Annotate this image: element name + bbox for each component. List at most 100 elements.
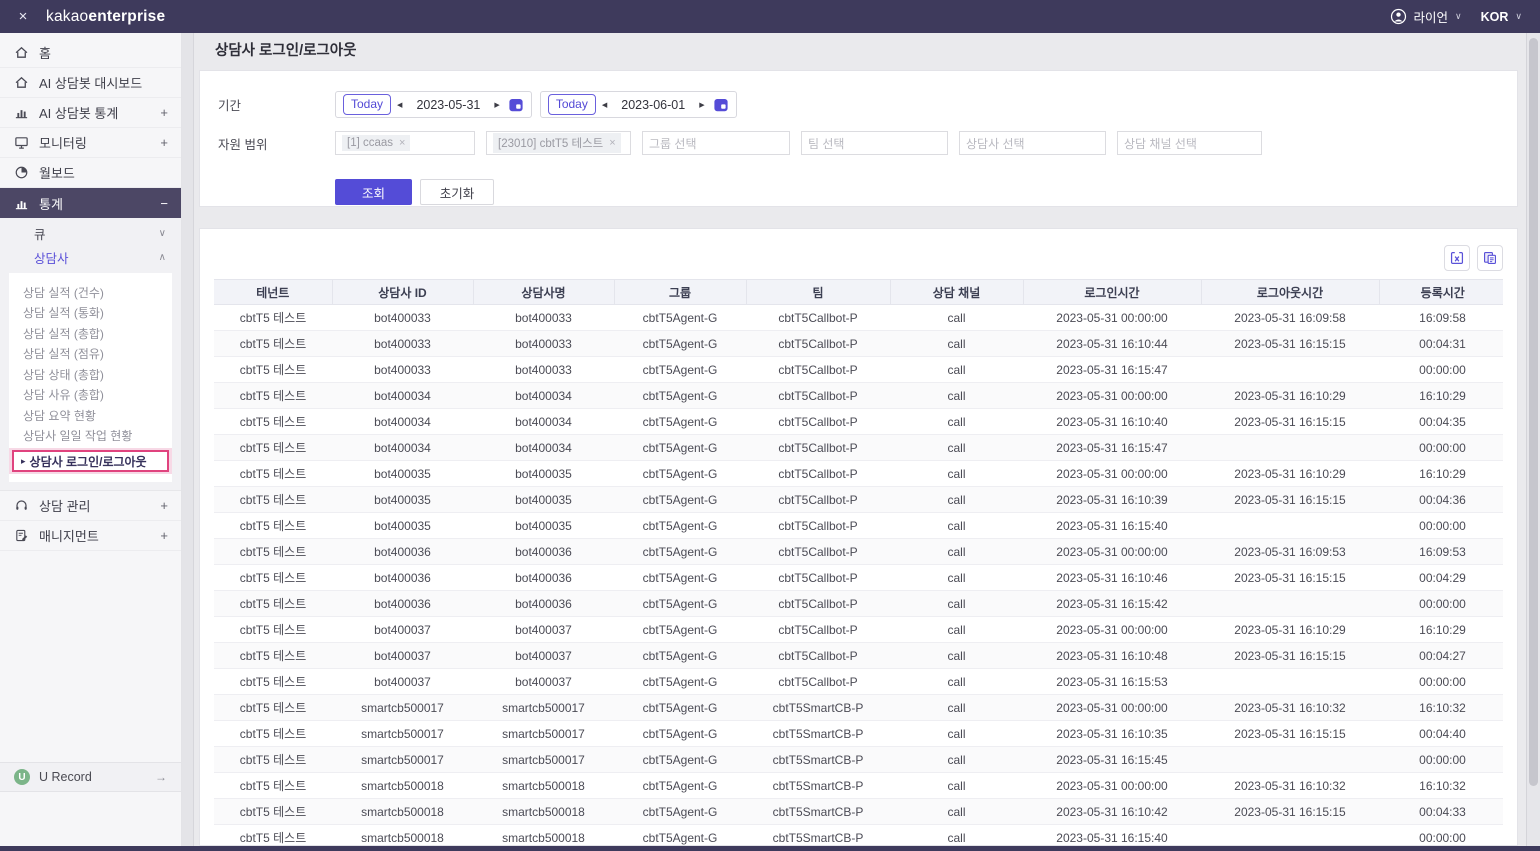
date-from-prev-icon[interactable]: ◀: [391, 101, 408, 109]
column-header-8: 등록시간: [1379, 280, 1503, 305]
table-cell: cbtT5Callbot-P: [746, 435, 890, 461]
reset-button[interactable]: 초기화: [420, 179, 494, 205]
table-cell: smartcb500017: [332, 747, 473, 773]
date-from-calendar-icon[interactable]: [508, 97, 524, 113]
user-avatar-icon: [1390, 8, 1407, 25]
center-chip-remove-icon[interactable]: ×: [609, 137, 615, 149]
table-cell: 2023-05-31 16:15:15: [1201, 565, 1379, 591]
locale-chevron-down-icon[interactable]: ∨: [1515, 11, 1522, 22]
submenu-item[interactable]: 상담 사유 (총합): [9, 385, 172, 406]
table-row: cbtT5 테스트bot400037bot400037cbtT5Agent-Gc…: [214, 617, 1503, 643]
sidebar-item-monitoring[interactable]: 모니터링+: [0, 128, 181, 158]
submenu-item-active[interactable]: ▸상담사 로그인/로그아웃: [12, 450, 169, 472]
sidebar-footer-u-record[interactable]: U U Record →: [0, 762, 181, 792]
date-from-value[interactable]: 2023-05-31: [408, 98, 488, 112]
column-header-5: 상담 채널: [890, 280, 1023, 305]
sidebar-item-counsel-management[interactable]: 상담 관리+: [0, 491, 181, 521]
sidebar-item-stats[interactable]: 통계−: [0, 188, 181, 218]
sidebar-item-label: 홈: [39, 43, 51, 62]
submenu-item[interactable]: 상담 실적 (총합): [9, 323, 172, 344]
table-cell: 2023-05-31 16:15:15: [1201, 331, 1379, 357]
team-select[interactable]: 팀 선택: [801, 131, 948, 155]
sidebar-item-label: 매니지먼트: [39, 526, 99, 545]
table-cell: [1201, 669, 1379, 695]
table-cell: bot400035: [332, 487, 473, 513]
table-cell: 2023-05-31 16:15:40: [1023, 825, 1201, 846]
table-cell: cbtT5 테스트: [214, 409, 332, 435]
table-row: cbtT5 테스트smartcb500017smartcb500017cbtT5…: [214, 695, 1503, 721]
minus-icon: −: [160, 196, 168, 211]
submenu-group-1[interactable]: 상담사∧: [0, 245, 181, 269]
tenant-chip-remove-icon[interactable]: ×: [399, 137, 405, 149]
sidebar-item-wallboard[interactable]: 월보드: [0, 158, 181, 188]
date-from-next-icon[interactable]: ▶: [488, 101, 505, 109]
sidebar-item-home[interactable]: 홈: [0, 38, 181, 68]
table-cell: cbtT5Agent-G: [614, 669, 746, 695]
center-filter-field[interactable]: [23010] cbtT5 테스트 ×: [486, 131, 631, 155]
table-cell: cbtT5Callbot-P: [746, 643, 890, 669]
date-to-next-icon[interactable]: ▶: [693, 101, 710, 109]
submenu-item[interactable]: 상담 요약 현황: [9, 405, 172, 426]
table-cell: 2023-05-31 16:10:40: [1023, 409, 1201, 435]
group-select[interactable]: 그룹 선택: [642, 131, 790, 155]
submenu-item-active-highlight[interactable]: ▸상담사 로그인/로그아웃: [9, 448, 172, 474]
table-cell: cbtT5SmartCB-P: [746, 773, 890, 799]
table-cell: cbtT5 테스트: [214, 695, 332, 721]
sidebar-scrollbar[interactable]: [182, 33, 194, 846]
sidebar-item-management[interactable]: 매니지먼트+: [0, 521, 181, 551]
page-scrollbar[interactable]: [1526, 33, 1540, 846]
close-icon[interactable]: ×: [0, 8, 46, 25]
submenu-item[interactable]: 상담사 일일 작업 현황: [9, 426, 172, 447]
result-panel: 테넌트상담사 ID상담사명그룹팀상담 채널로그인시간로그아웃시간등록시간 cbt…: [199, 228, 1518, 846]
page-scrollbar-thumb[interactable]: [1529, 38, 1538, 786]
locale-selector[interactable]: KOR: [1481, 10, 1509, 24]
table-cell: call: [890, 565, 1023, 591]
date-from-today-button[interactable]: Today: [343, 94, 391, 115]
user-menu-chevron-down-icon[interactable]: ∨: [1455, 11, 1462, 22]
table-cell: [1201, 825, 1379, 846]
table-cell: call: [890, 695, 1023, 721]
table-cell: call: [890, 747, 1023, 773]
table-row: cbtT5 테스트bot400037bot400037cbtT5Agent-Gc…: [214, 669, 1503, 695]
counselor-select[interactable]: 상담사 선택: [959, 131, 1106, 155]
date-to-today-button[interactable]: Today: [548, 94, 596, 115]
table-cell: 2023-05-31 16:15:40: [1023, 513, 1201, 539]
search-button[interactable]: 조회: [335, 179, 412, 205]
table-cell: smartcb500018: [473, 799, 614, 825]
table-cell: 2023-05-31 16:10:42: [1023, 799, 1201, 825]
tenant-chip: [1] ccaas ×: [342, 135, 410, 151]
user-name[interactable]: 라이언: [1414, 7, 1449, 26]
table-cell: 2023-05-31 00:00:00: [1023, 539, 1201, 565]
copy-table-button[interactable]: [1477, 245, 1503, 271]
table-row: cbtT5 테스트bot400033bot400033cbtT5Agent-Gc…: [214, 331, 1503, 357]
submenu-group-0[interactable]: 큐∨: [0, 221, 181, 245]
table-cell: cbtT5Callbot-P: [746, 305, 890, 331]
table-cell: cbtT5Agent-G: [614, 565, 746, 591]
export-excel-button[interactable]: [1444, 245, 1470, 271]
column-header-3: 그룹: [614, 280, 746, 305]
submenu-item[interactable]: 상담 실적 (점유): [9, 344, 172, 365]
submenu-item[interactable]: 상담 실적 (통화): [9, 303, 172, 324]
date-to-calendar-icon[interactable]: [713, 97, 729, 113]
table-cell: 2023-05-31 16:10:29: [1201, 617, 1379, 643]
date-to-value[interactable]: 2023-06-01: [613, 98, 693, 112]
table-cell: [1201, 357, 1379, 383]
sidebar-item-ai-chatbot-stats[interactable]: AI 상담봇 통계+: [0, 98, 181, 128]
table-cell: 00:04:40: [1379, 721, 1503, 747]
column-header-4: 팀: [746, 280, 890, 305]
channel-select[interactable]: 상담 채널 선택: [1117, 131, 1262, 155]
table-cell: call: [890, 383, 1023, 409]
tenant-filter-field[interactable]: [1] ccaas ×: [335, 131, 475, 155]
table-cell: cbtT5Agent-G: [614, 331, 746, 357]
table-cell: smartcb500018: [332, 799, 473, 825]
table-cell: cbtT5 테스트: [214, 825, 332, 846]
table-cell: 2023-05-31 16:15:15: [1201, 409, 1379, 435]
table-row: cbtT5 테스트bot400033bot400033cbtT5Agent-Gc…: [214, 305, 1503, 331]
submenu-item[interactable]: 상담 실적 (건수): [9, 282, 172, 303]
submenu-item[interactable]: 상담 상태 (총합): [9, 364, 172, 385]
table-cell: 16:10:29: [1379, 617, 1503, 643]
logo-enterprise: enterprise: [88, 8, 165, 25]
date-to-prev-icon[interactable]: ◀: [596, 101, 613, 109]
sidebar-item-ai-chatbot-dashboard[interactable]: AI 상담봇 대시보드: [0, 68, 181, 98]
table-cell: call: [890, 331, 1023, 357]
